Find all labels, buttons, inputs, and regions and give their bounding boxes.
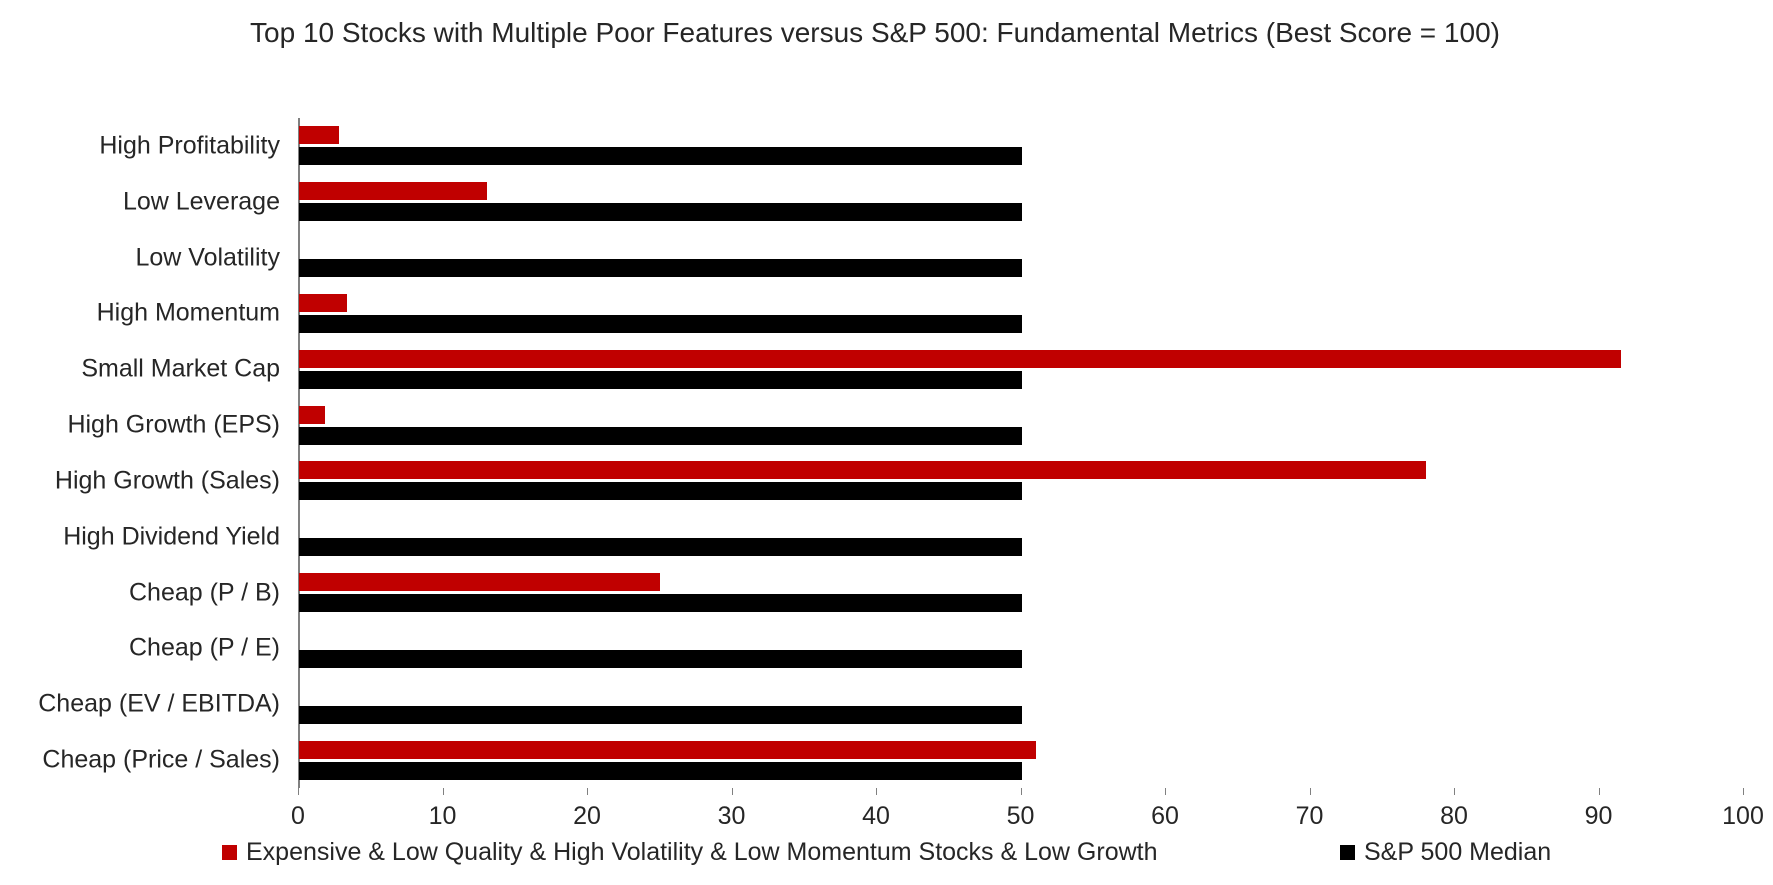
y-axis-category-label: Cheap (P / B) — [128, 578, 280, 607]
bar — [299, 370, 1022, 389]
bar — [299, 293, 347, 312]
y-axis-category-label: Cheap (P / E) — [128, 633, 280, 662]
bar — [299, 740, 1036, 759]
chart-legend: Expensive & Low Quality & High Volatilit… — [0, 838, 1773, 878]
chart-container: Top 10 Stocks with Multiple Poor Feature… — [0, 0, 1773, 885]
chart-title: Top 10 Stocks with Multiple Poor Feature… — [250, 17, 1500, 48]
bar — [299, 203, 1022, 222]
y-axis-category-labels: High Profitability Low Leverage Low Volati… — [0, 118, 290, 788]
bar — [299, 649, 1022, 668]
bar — [299, 705, 1022, 724]
x-axis-tick — [298, 788, 299, 795]
x-axis-tick-label: 50 — [1006, 802, 1035, 830]
legend-label-series-b: S&P 500 Median — [1364, 838, 1552, 866]
x-axis-tick — [731, 788, 733, 795]
x-axis-tick — [1020, 788, 1022, 795]
x-axis-tick — [1165, 788, 1166, 795]
x-axis-tick-label: 100 — [1722, 802, 1764, 830]
x-axis-tick — [1309, 788, 1311, 795]
legend-item-series-b: S&P 500 Median — [1340, 838, 1551, 867]
bar — [299, 538, 1022, 557]
bar — [299, 405, 325, 424]
y-axis-category-label: Cheap (Price / Sales) — [42, 745, 280, 774]
y-axis-category-label: Cheap (EV / EBITDA) — [38, 689, 280, 718]
x-axis-tick — [1454, 788, 1455, 795]
y-axis-category-label: High Dividend Yield — [63, 522, 280, 551]
bar — [299, 761, 1022, 780]
bar — [299, 126, 340, 145]
x-axis-tick-label: 0 — [291, 802, 305, 830]
x-axis-tick — [442, 788, 444, 795]
y-axis-category-label: High Growth (Sales) — [54, 466, 280, 495]
x-axis-tick-label: 90 — [1584, 802, 1613, 830]
x-axis-tick-label: 20 — [573, 802, 601, 830]
x-axis-tick-label: 40 — [862, 802, 890, 830]
x-axis-tick-label: 70 — [1295, 802, 1324, 830]
plot-area: 0 10 20 30 40 50 60 70 80 90 100 — [291, 118, 1764, 830]
legend-item-series-a: Expensive & Low Quality & High Volatilit… — [222, 838, 1158, 867]
y-axis-category-label: High Profitability — [99, 131, 280, 160]
legend-swatch-series-b — [1340, 845, 1355, 860]
x-axis-tick — [1743, 788, 1744, 795]
x-axis-tick-label: 10 — [428, 802, 457, 830]
bar — [299, 461, 1427, 480]
bar — [299, 147, 1022, 166]
y-axis-category-label: Low Leverage — [122, 187, 280, 216]
x-axis-tick-label: 30 — [717, 802, 746, 830]
bar — [299, 482, 1022, 501]
y-axis-category-label: High Momentum — [96, 298, 280, 327]
legend-label-series-a: Expensive & Low Quality & High Volatilit… — [246, 838, 1158, 866]
y-axis-category-label: High Growth (EPS) — [67, 410, 280, 439]
x-axis-tick-label: 80 — [1440, 802, 1468, 830]
bar — [299, 594, 1022, 613]
x-axis-tick-label: 60 — [1151, 802, 1179, 830]
bar — [299, 573, 661, 592]
bar — [299, 182, 487, 201]
y-axis-category-label: Low Volatility — [135, 243, 280, 272]
y-axis-category-label: Small Market Cap — [81, 354, 280, 383]
bar — [299, 314, 1022, 333]
x-axis-tick — [587, 788, 588, 795]
x-axis-tick — [1598, 788, 1600, 795]
bar — [299, 259, 1022, 278]
bar — [299, 426, 1022, 445]
bar — [299, 349, 1622, 368]
legend-swatch-series-a — [222, 845, 237, 860]
x-axis-tick — [876, 788, 877, 795]
